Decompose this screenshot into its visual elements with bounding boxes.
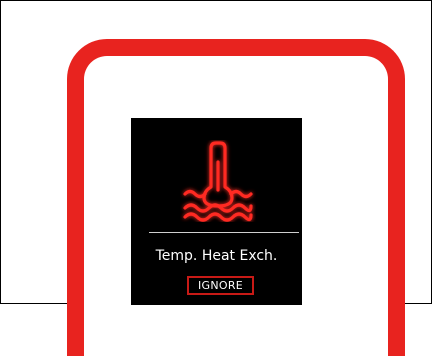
coolant-temperature-warning-icon	[183, 141, 253, 222]
divider-line	[149, 232, 299, 233]
ignore-button[interactable]: IGNORE	[187, 276, 254, 295]
image-frame: Temp. Heat Exch. IGNORE	[0, 0, 432, 356]
alert-screen: Temp. Heat Exch. IGNORE	[131, 118, 302, 305]
warning-message: Temp. Heat Exch.	[155, 248, 278, 264]
